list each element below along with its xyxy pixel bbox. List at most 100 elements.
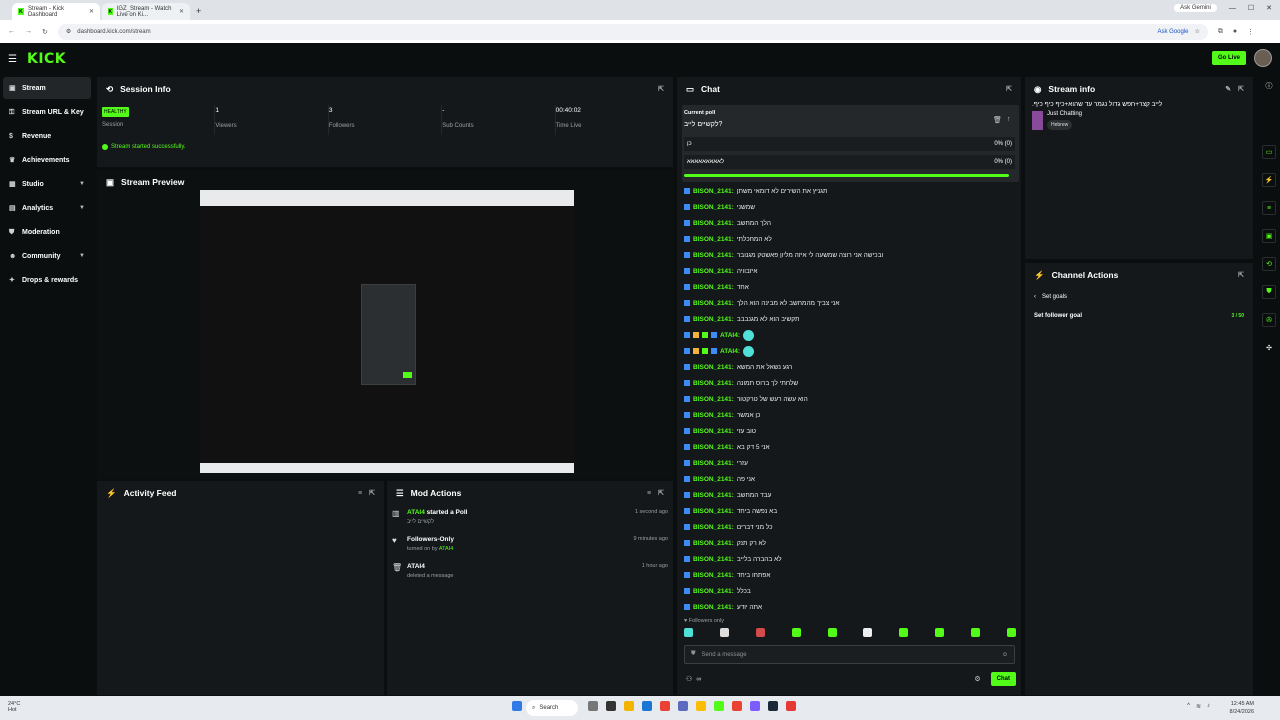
rail-wrench-icon[interactable]: ✇ <box>1262 313 1276 327</box>
rail-settings-icon[interactable]: ✣ <box>1262 341 1276 355</box>
chat-username[interactable]: BISON_2141: <box>693 364 734 371</box>
kick-logo[interactable]: KICK <box>27 51 66 67</box>
menu-dots-icon[interactable]: ⋮ <box>1247 28 1254 36</box>
chat-username[interactable]: BISON_2141: <box>693 604 734 611</box>
filter-icon[interactable]: ≡ <box>358 490 362 497</box>
chat-username[interactable]: BISON_2141: <box>693 220 734 227</box>
rail-preview-icon[interactable]: ▣ <box>1262 229 1276 243</box>
chat-username[interactable]: BISON_2141: <box>693 284 734 291</box>
popout-icon[interactable]: ⇱ <box>1006 85 1012 93</box>
popout-icon[interactable]: ⇱ <box>658 85 664 93</box>
chat-username[interactable]: ATAI4: <box>720 332 740 339</box>
emote-icon[interactable] <box>827 628 837 637</box>
sidebar-item-drops-rewards[interactable]: ✦ Drops & rewards <box>3 269 91 291</box>
chat-username[interactable]: BISON_2141: <box>693 268 734 275</box>
app-icon[interactable] <box>696 701 706 711</box>
sidebar-item-achievements[interactable]: ♛ Achievements <box>3 149 91 171</box>
chat-input[interactable]: ⛊ Send a message ☺ <box>684 645 1015 664</box>
weather-widget[interactable]: 24°C Hot <box>8 701 20 713</box>
steam-icon[interactable] <box>768 701 778 711</box>
chat-username[interactable]: BISON_2141: <box>693 236 734 243</box>
chat-username[interactable]: BISON_2141: <box>693 524 734 531</box>
back-icon[interactable]: ← <box>8 28 15 35</box>
emote-icon[interactable] <box>791 628 801 637</box>
extensions-icon[interactable]: ⧉ <box>1218 28 1223 36</box>
sidebar-item-revenue[interactable]: $ Revenue <box>3 125 91 147</box>
chat-username[interactable]: BISON_2141: <box>693 316 734 323</box>
minimize-icon[interactable]: — <box>1229 5 1236 12</box>
help-icon[interactable]: ⓘ <box>1262 79 1276 93</box>
chat-send-button[interactable]: Chat <box>990 672 1016 686</box>
app-icon[interactable] <box>678 701 688 711</box>
chat-username[interactable]: BISON_2141: <box>693 556 734 563</box>
maximize-icon[interactable]: ☐ <box>1248 4 1254 12</box>
sidebar-item-moderation[interactable]: ⛊ Moderation <box>3 221 91 243</box>
popout-icon[interactable]: ⇱ <box>1238 85 1244 93</box>
url-field[interactable]: ⚙ dashboard.kick.com/stream Ask Google ☆ <box>57 23 1208 40</box>
popout-icon[interactable]: ⇱ <box>369 489 375 497</box>
emote-icon[interactable] <box>935 628 945 637</box>
edit-icon[interactable]: ✎ <box>1225 85 1231 93</box>
poll-option[interactable]: כן 0% (0) <box>684 137 1015 151</box>
users-icon[interactable]: ⚇ <box>686 675 692 683</box>
poll-option[interactable]: לאאאאאאאאא 0% (0) <box>684 155 1015 169</box>
chat-username[interactable]: BISON_2141: <box>693 188 734 195</box>
chat-username[interactable]: BISON_2141: <box>693 300 734 307</box>
edge-icon[interactable] <box>642 701 652 711</box>
taskbar-clock[interactable]: 12:45 AM 8/24/2026 <box>1230 700 1254 716</box>
emoji-icon[interactable]: ☺ <box>1002 652 1008 658</box>
new-tab-button[interactable]: + <box>196 6 201 16</box>
chat-username[interactable]: BISON_2141: <box>693 444 734 451</box>
stream-preview-video[interactable] <box>200 190 574 473</box>
ask-google-button[interactable]: Ask Google <box>1157 29 1188 35</box>
popout-icon[interactable]: ⇱ <box>1238 271 1244 279</box>
chat-username[interactable]: BISON_2141: <box>693 508 734 515</box>
close-icon[interactable]: ✕ <box>89 8 94 15</box>
rail-lightning-icon[interactable]: ⚡ <box>1262 173 1276 187</box>
emote-icon[interactable] <box>971 628 980 637</box>
chat-username[interactable]: BISON_2141: <box>693 460 734 467</box>
sidebar-item-stream-url-key[interactable]: ⚿ Stream URL & Key <box>3 101 91 123</box>
emote-icon[interactable] <box>863 628 873 637</box>
chat-username[interactable]: BISON_2141: <box>693 412 734 419</box>
mod-user[interactable]: ATAI4 <box>407 509 425 516</box>
chat-username[interactable]: BISON_2141: <box>693 492 734 499</box>
sidebar-item-stream[interactable]: ▣ Stream <box>3 77 91 99</box>
windows-start-icon[interactable] <box>512 701 522 711</box>
app-icon[interactable] <box>750 701 760 711</box>
emote-icon[interactable] <box>1006 628 1016 637</box>
rail-list-icon[interactable]: ≡ <box>1262 201 1276 215</box>
popout-icon[interactable]: ⇱ <box>658 489 664 497</box>
hamburger-menu-icon[interactable]: ☰ <box>8 54 17 65</box>
sidebar-item-analytics[interactable]: ▤ Analytics ▼ <box>3 197 91 219</box>
reload-icon[interactable]: ↻ <box>42 28 48 36</box>
mod-user[interactable]: ATAI4 <box>439 546 453 552</box>
browser-tab-dashboard[interactable]: K Stream - Kick Dashboard ✕ <box>12 3 100 20</box>
chrome-icon[interactable] <box>732 701 742 711</box>
task-view-icon[interactable] <box>606 701 616 711</box>
user-avatar[interactable] <box>1254 49 1272 67</box>
chat-username[interactable]: BISON_2141: <box>693 572 734 579</box>
wifi-icon[interactable]: ≋ <box>1196 703 1201 710</box>
gear-icon[interactable]: ⚙ <box>974 675 980 683</box>
forward-icon[interactable]: → <box>25 28 32 35</box>
close-icon[interactable]: ✕ <box>179 8 184 15</box>
chat-username[interactable]: BISON_2141: <box>693 540 734 547</box>
follower-goal-item[interactable]: Set follower goal 3 / 50 <box>1025 313 1253 319</box>
ask-gemini-button[interactable]: Ask Gemini <box>1174 4 1217 12</box>
chat-username[interactable]: BISON_2141: <box>693 252 734 259</box>
trash-icon[interactable]: 🗑 <box>993 116 1002 124</box>
profile-icon[interactable]: ● <box>1233 28 1237 35</box>
widgets-icon[interactable] <box>588 701 598 711</box>
emote-icon[interactable] <box>755 628 765 637</box>
app-icon[interactable] <box>714 701 724 711</box>
chat-username[interactable]: ATAI4: <box>720 348 740 355</box>
rail-session-icon[interactable]: ⟲ <box>1262 257 1276 271</box>
rail-mod-icon[interactable]: ⛊ <box>1262 285 1276 299</box>
browser-tab-watch[interactable]: K IGZ_Stream - Watch Live on Ki... ✕ <box>102 3 190 20</box>
chat-username[interactable]: BISON_2141: <box>693 204 734 211</box>
go-live-button[interactable]: Go Live <box>1211 51 1246 65</box>
chevron-up-icon[interactable]: ^ <box>1187 703 1190 710</box>
app-icon[interactable] <box>660 701 670 711</box>
app-icon[interactable] <box>786 701 796 711</box>
